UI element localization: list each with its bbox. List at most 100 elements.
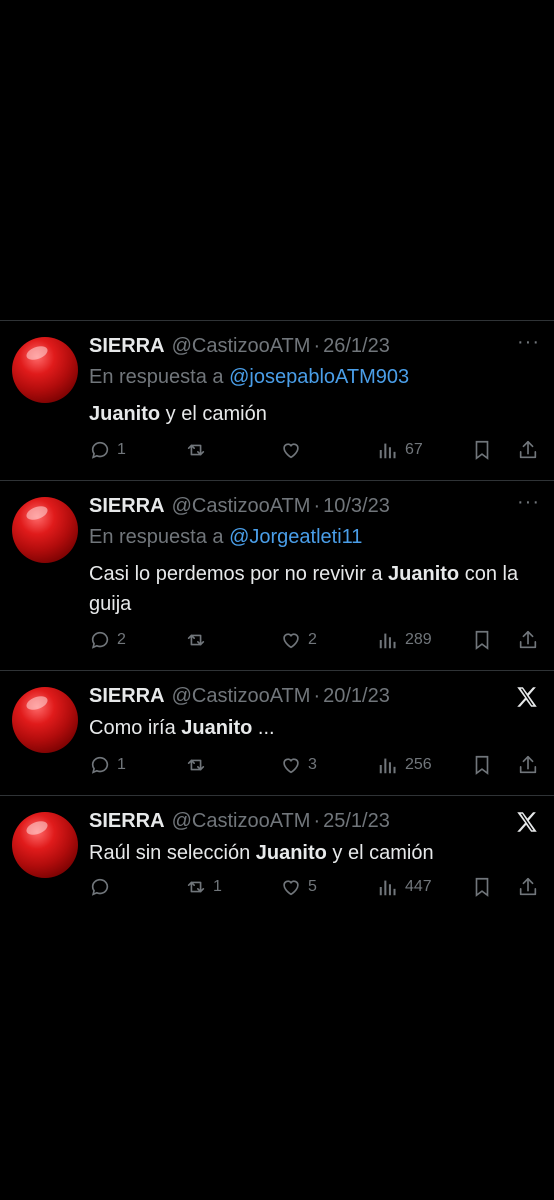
reply-button[interactable]: 2 [89,629,126,651]
reply-context: En respuesta a @Jorgeatleti11 [89,526,362,549]
tweet-text: Juanito y el camión [89,399,540,429]
views-icon [379,633,396,649]
user-handle[interactable]: @CastizooATM [172,685,311,708]
like-count: 5 [308,878,317,895]
tweet-date[interactable]: 25/1/23 [323,810,390,833]
view-count: 67 [405,441,423,458]
share-button[interactable] [517,876,539,898]
reply-icon [91,878,109,896]
separator-dot: · [313,810,321,832]
tweet[interactable]: SIERRA @CastizooATM · 25/1/23 Raúl sin s… [0,795,554,916]
like-button[interactable]: 3 [280,754,317,776]
bookmark-button[interactable] [471,439,493,461]
reply-button[interactable] [89,876,117,898]
user-handle[interactable]: @CastizooATM [172,335,311,358]
reply-count: 1 [117,441,126,458]
avatar[interactable] [12,497,78,563]
reply-prefix: En respuesta a [89,366,224,388]
tweet-text-bold: Juanito [255,842,327,864]
like-count: 2 [308,631,317,648]
tweet[interactable]: SIERRA @CastizooATM · 20/1/23 Como iría … [0,670,554,795]
user-handle[interactable]: @CastizooATM [172,810,311,833]
heart-icon [283,758,299,774]
tweet-date[interactable]: 20/1/23 [323,685,390,708]
tweet[interactable]: SIERRA @CastizooATM · 10/3/23 ··· En res… [0,480,554,670]
reply-button[interactable]: 1 [89,754,126,776]
bookmark-button[interactable] [471,754,493,776]
share-button[interactable] [517,754,539,776]
share-button[interactable] [517,629,539,651]
retweet-button[interactable] [185,439,213,461]
heart-icon [283,443,299,459]
share-icon [519,440,537,459]
views-icon [379,880,396,896]
x-logo-icon [517,687,537,707]
more-icon[interactable]: ··· [517,491,540,514]
tweet-date[interactable]: 10/3/23 [323,495,390,518]
views-button[interactable]: 289 [377,629,432,651]
user-handle[interactable]: @CastizooATM [172,495,311,518]
retweet-button[interactable] [185,754,213,776]
reply-button[interactable]: 1 [89,439,126,461]
reply-mention-link[interactable]: @Jorgeatleti11 [229,526,362,548]
share-icon [519,630,537,649]
reply-icon [91,441,109,459]
tweet-header: SIERRA @CastizooATM · 25/1/23 [89,810,390,833]
tweet-text-span: Casi lo perdemos por no revivir a [89,563,389,585]
avatar[interactable] [12,812,78,878]
tweet-text-bold: Juanito [89,403,161,425]
tweet-header: SIERRA @CastizooATM · 26/1/23 [89,335,390,358]
tweet-text-span: Raúl sin selección [89,842,256,864]
like-count: 3 [308,756,317,773]
tweet-date[interactable]: 26/1/23 [323,335,390,358]
like-button[interactable]: 5 [280,876,317,898]
view-count: 447 [405,878,432,895]
tweet-text: Raúl sin selección Juanito y el camión [89,838,540,868]
reply-prefix: En respuesta a [89,526,224,548]
separator-dot: · [313,685,321,707]
tweet-text: Casi lo perdemos por no revivir a Juanit… [89,559,540,619]
bookmark-icon [475,755,489,775]
separator-dot: · [313,495,321,517]
tweet-text: Como iría Juanito ... [89,713,540,743]
views-button[interactable]: 256 [377,754,432,776]
heart-icon [283,880,299,896]
reply-mention-link[interactable]: @josepabloATM903 [229,366,409,388]
share-icon [519,755,537,774]
tweet-text-span: ... [252,717,275,739]
tweet-text-bold: Juanito [181,717,253,739]
tweet[interactable]: SIERRA @CastizooATM · 26/1/23 ··· En res… [0,320,554,480]
share-button[interactable] [517,439,539,461]
view-count: 289 [405,631,432,648]
more-icon[interactable]: ··· [517,331,540,354]
action-bar: 1 67 [89,439,542,465]
views-icon [379,758,396,774]
reply-count: 1 [117,756,126,773]
bookmark-button[interactable] [471,876,493,898]
retweet-icon [187,881,205,893]
display-name[interactable]: SIERRA [89,810,165,833]
bookmark-button[interactable] [471,629,493,651]
views-button[interactable]: 67 [377,439,423,461]
avatar[interactable] [12,337,78,403]
retweet-button[interactable]: 1 [185,876,222,898]
bookmark-icon [475,440,489,460]
retweet-icon [187,634,205,646]
like-button[interactable]: 2 [280,629,317,651]
x-logo-icon [517,812,537,832]
tweet-text-bold: Juanito [388,563,460,585]
heart-icon [283,633,299,649]
like-button[interactable] [280,439,308,461]
retweet-button[interactable] [185,629,213,651]
tweet-header: SIERRA @CastizooATM · 20/1/23 [89,685,390,708]
bookmark-icon [475,877,489,897]
display-name[interactable]: SIERRA [89,335,165,358]
bookmark-icon [475,630,489,650]
share-icon [519,877,537,896]
reply-icon [91,631,109,649]
display-name[interactable]: SIERRA [89,685,165,708]
avatar[interactable] [12,687,78,753]
views-button[interactable]: 447 [377,876,432,898]
display-name[interactable]: SIERRA [89,495,165,518]
reply-icon [91,756,109,774]
